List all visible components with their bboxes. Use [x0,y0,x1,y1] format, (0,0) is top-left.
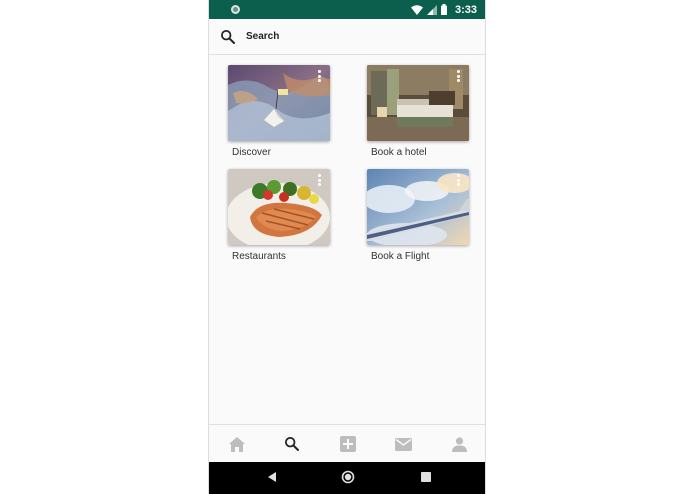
discover-image[interactable] [228,65,330,141]
recents-icon[interactable] [421,472,431,482]
nav-profile[interactable] [450,435,468,453]
nav-add[interactable] [339,435,357,453]
category-label: Restaurants [232,251,286,262]
more-options-icon[interactable] [318,174,321,186]
notification-icon [231,5,240,14]
bottom-navigation [209,424,485,462]
category-card-discover[interactable]: Discover [228,65,332,158]
nav-search[interactable] [283,435,301,453]
signal-icon [426,4,437,15]
status-bar: 3:33 [209,0,485,19]
phone-screen: 3:33 Search Discover Book a hotel Restau… [208,0,486,494]
wifi-icon [410,4,423,15]
add-icon [340,436,356,452]
more-options-icon[interactable] [457,70,460,82]
search-icon [284,436,299,451]
flight-image[interactable] [367,169,469,245]
more-options-icon[interactable] [318,70,321,82]
home-icon [229,436,245,452]
category-card-flight[interactable]: Book a Flight [367,169,471,262]
more-options-icon[interactable] [457,174,460,186]
category-card-restaurants[interactable]: Restaurants [228,169,332,262]
status-icons: 3:33 [410,2,477,17]
nav-home[interactable] [228,435,246,453]
battery-icon [440,4,447,15]
search-bar[interactable]: Search [209,19,485,55]
restaurants-image[interactable] [228,169,330,245]
profile-icon [451,436,467,452]
category-label: Book a hotel [371,147,427,158]
back-icon[interactable] [267,471,277,483]
category-card-hotel[interactable]: Book a hotel [367,65,471,158]
status-time: 3:33 [454,3,477,16]
category-label: Book a Flight [371,251,430,262]
system-navigation-bar [209,462,485,494]
search-icon [220,29,235,44]
home-button-icon[interactable] [341,470,355,484]
nav-mail[interactable] [394,435,412,453]
mail-icon [394,437,412,451]
search-label: Search [246,31,280,42]
category-label: Discover [232,147,271,158]
hotel-image[interactable] [367,65,469,141]
